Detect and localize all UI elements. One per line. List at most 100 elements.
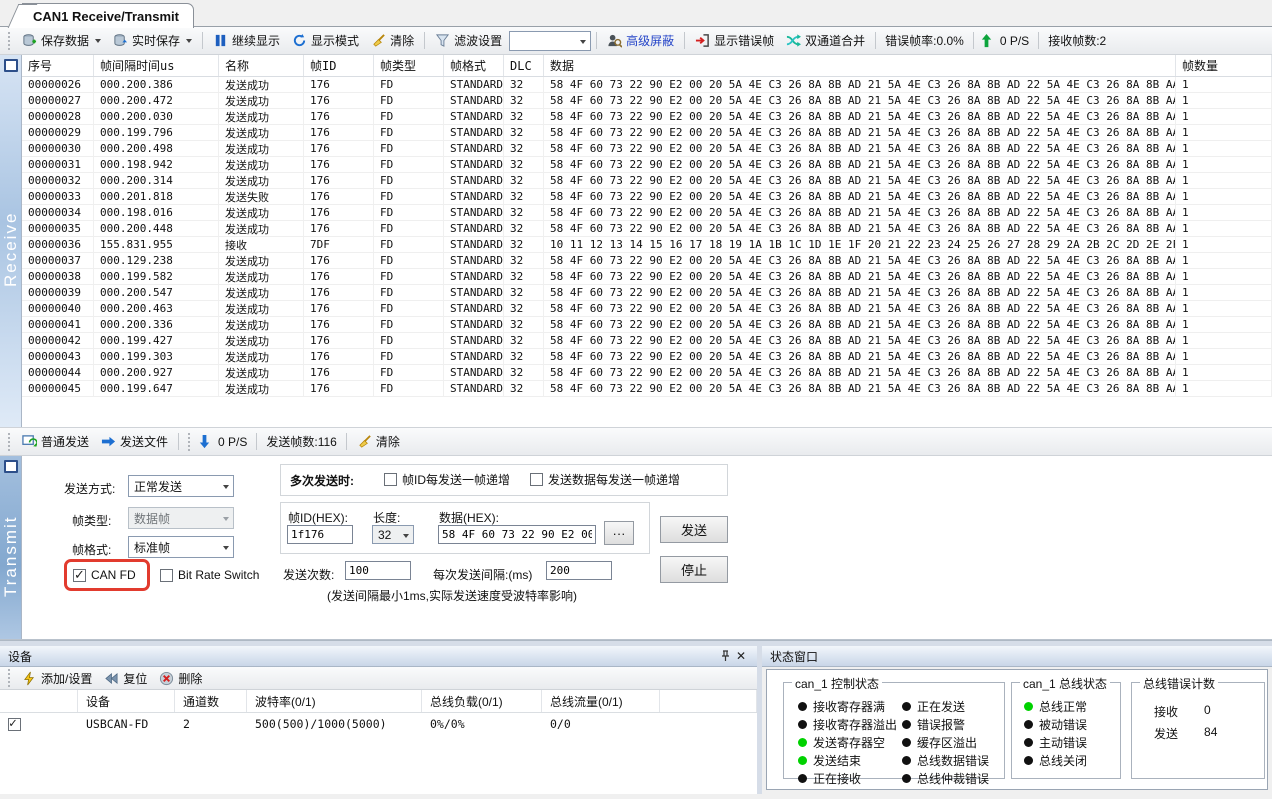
column-header-index[interactable]: 序号 — [22, 55, 94, 76]
status-indicator: 被动错误 — [1024, 715, 1087, 733]
advanced-mask-button[interactable]: 高级屏蔽 — [602, 29, 679, 52]
can-fd-checkbox[interactable]: CAN FD — [73, 568, 136, 582]
pin-icon[interactable] — [717, 649, 733, 663]
table-row[interactable]: 00000045 000.199.647 发送成功 176 FD STANDAR… — [22, 381, 1272, 397]
save-data-dropdown-arrow[interactable] — [95, 39, 101, 43]
stop-button[interactable]: 停止 — [660, 556, 728, 583]
normal-send-button[interactable]: 普通发送 — [17, 430, 94, 453]
table-row[interactable]: 00000035 000.200.448 发送成功 176 FD STANDAR… — [22, 221, 1272, 237]
close-icon[interactable]: ✕ — [733, 649, 749, 663]
column-header-dlc[interactable]: DLC — [504, 55, 544, 76]
cell-interval: 000.200.463 — [94, 301, 219, 316]
realtime-save-dropdown-arrow[interactable] — [186, 39, 192, 43]
table-row[interactable]: 00000037 000.129.238 发送成功 176 FD STANDAR… — [22, 253, 1272, 269]
column-header-frame-count[interactable]: 帧数量 — [1176, 55, 1272, 76]
clear-button[interactable]: 清除 — [366, 29, 419, 52]
data-hex-input[interactable] — [438, 525, 596, 544]
device-load: 0%/0% — [422, 713, 542, 735]
delete-button[interactable]: 删除 — [154, 667, 207, 690]
table-row[interactable]: 00000029 000.199.796 发送成功 176 FD STANDAR… — [22, 125, 1272, 141]
column-header-frame-id[interactable]: 帧ID — [304, 55, 374, 76]
column-header-frame-type[interactable]: 帧类型 — [374, 55, 444, 76]
cell-data: 58 4F 60 73 22 90 E2 00 20 5A 4E C3 26 8… — [544, 365, 1176, 380]
table-row[interactable]: 00000026 000.200.386 发送成功 176 FD STANDAR… — [22, 77, 1272, 93]
receive-side-tab[interactable]: Receive — [0, 55, 22, 427]
send-file-button[interactable]: 发送文件 — [96, 430, 173, 453]
table-row[interactable]: 00000041 000.200.336 发送成功 176 FD STANDAR… — [22, 317, 1272, 333]
device-row[interactable]: USBCAN-FD 2 500(500)/1000(5000) 0%/0% 0/… — [0, 713, 757, 735]
display-mode-button[interactable]: 显示模式 — [287, 29, 364, 52]
table-row[interactable]: 00000031 000.198.942 发送成功 176 FD STANDAR… — [22, 157, 1272, 173]
table-row[interactable]: 00000036 155.831.955 接收 7DF FD STANDARD … — [22, 237, 1272, 253]
device-checkbox[interactable] — [8, 718, 21, 731]
send-mode-select[interactable]: 正常发送 — [128, 475, 234, 497]
send-count-input[interactable] — [345, 561, 411, 580]
table-row[interactable]: 00000032 000.200.314 发送成功 176 FD STANDAR… — [22, 173, 1272, 189]
toolbar-grip[interactable] — [7, 32, 12, 50]
frame-format-select[interactable]: 标准帧 — [128, 536, 234, 558]
table-row[interactable]: 00000033 000.201.818 发送失败 176 FD STANDAR… — [22, 189, 1272, 205]
frame-id-input[interactable] — [287, 525, 353, 544]
bit-rate-switch-checkbox[interactable]: Bit Rate Switch — [160, 568, 259, 582]
data-increment-checkbox-box[interactable] — [530, 473, 543, 486]
cell-frame-format: STANDARD — [444, 301, 504, 316]
cell-frame-count: 1 — [1176, 77, 1272, 92]
cell-name: 发送成功 — [219, 141, 304, 156]
id-increment-checkbox[interactable]: 帧ID每发送一帧递增 — [384, 471, 510, 488]
realtime-save-button[interactable]: 实时保存 — [108, 29, 197, 52]
device-column-load[interactable]: 总线负载(0/1) — [422, 690, 542, 712]
separator — [256, 433, 257, 450]
table-row[interactable]: 00000034 000.198.016 发送成功 176 FD STANDAR… — [22, 205, 1272, 221]
toolbar-grip[interactable] — [7, 433, 12, 451]
table-row[interactable]: 00000040 000.200.463 发送成功 176 FD STANDAR… — [22, 301, 1272, 317]
transmit-collapse-button[interactable] — [4, 460, 18, 473]
cell-dlc: 32 — [504, 317, 544, 332]
data-more-button[interactable]: ··· — [604, 521, 634, 545]
table-row[interactable]: 00000028 000.200.030 发送成功 176 FD STANDAR… — [22, 109, 1272, 125]
led-icon — [902, 738, 911, 747]
continue-display-button[interactable]: 继续显示 — [208, 29, 285, 52]
transmit-clear-button[interactable]: 清除 — [352, 430, 405, 453]
table-row[interactable]: 00000042 000.199.427 发送成功 176 FD STANDAR… — [22, 333, 1272, 349]
column-header-data[interactable]: 数据 — [544, 55, 1176, 76]
table-row[interactable]: 00000030 000.200.498 发送成功 176 FD STANDAR… — [22, 141, 1272, 157]
data-increment-checkbox[interactable]: 发送数据每发送一帧递增 — [530, 471, 680, 488]
can-fd-checkbox-box[interactable] — [73, 569, 86, 582]
add-settings-button[interactable]: 添加/设置 — [17, 667, 97, 690]
table-row[interactable]: 00000043 000.199.303 发送成功 176 FD STANDAR… — [22, 349, 1272, 365]
filter-combobox[interactable] — [509, 31, 591, 51]
id-increment-checkbox-box[interactable] — [384, 473, 397, 486]
cell-interval: 000.199.647 — [94, 381, 219, 396]
device-column-device[interactable]: 设备 — [78, 690, 175, 712]
transmit-side-tab[interactable]: Transmit — [0, 456, 22, 639]
column-header-name[interactable]: 名称 — [219, 55, 304, 76]
cell-data: 58 4F 60 73 22 90 E2 00 20 5A 4E C3 26 8… — [544, 77, 1176, 92]
dual-channel-merge-button[interactable]: 双通道合并 — [781, 29, 870, 52]
device-column-checkbox — [0, 690, 78, 712]
save-data-button[interactable]: 保存数据 — [17, 29, 106, 52]
reset-button[interactable]: 复位 — [99, 667, 152, 690]
column-header-frame-format[interactable]: 帧格式 — [444, 55, 504, 76]
cell-frame-count: 1 — [1176, 125, 1272, 140]
table-row[interactable]: 00000027 000.200.472 发送成功 176 FD STANDAR… — [22, 93, 1272, 109]
tab-can1-receive-transmit[interactable]: CAN1 Receive/Transmit — [22, 3, 194, 28]
column-header-interval[interactable]: 帧间隔时间us — [94, 55, 219, 76]
table-row[interactable]: 00000038 000.199.582 发送成功 176 FD STANDAR… — [22, 269, 1272, 285]
device-column-flow[interactable]: 总线流量(0/1) — [542, 690, 660, 712]
status-indicator-label: 正在发送 — [917, 698, 965, 715]
interval-input[interactable] — [546, 561, 612, 580]
cell-frame-count: 1 — [1176, 173, 1272, 188]
device-column-channels[interactable]: 通道数 — [175, 690, 247, 712]
toolbar-grip[interactable] — [7, 669, 12, 687]
send-button[interactable]: 发送 — [660, 516, 728, 543]
filter-settings-button[interactable]: 滤波设置 — [430, 29, 507, 52]
length-select[interactable]: 32 — [372, 525, 414, 544]
bit-rate-switch-checkbox-box[interactable] — [160, 569, 173, 582]
show-error-frames-button[interactable]: 显示错误帧 — [690, 29, 779, 52]
device-column-baud[interactable]: 波特率(0/1) — [247, 690, 422, 712]
toolbar-grip[interactable] — [187, 433, 192, 451]
cell-frame-count: 1 — [1176, 205, 1272, 220]
receive-collapse-button[interactable] — [4, 59, 18, 72]
table-row[interactable]: 00000039 000.200.547 发送成功 176 FD STANDAR… — [22, 285, 1272, 301]
table-row[interactable]: 00000044 000.200.927 发送成功 176 FD STANDAR… — [22, 365, 1272, 381]
